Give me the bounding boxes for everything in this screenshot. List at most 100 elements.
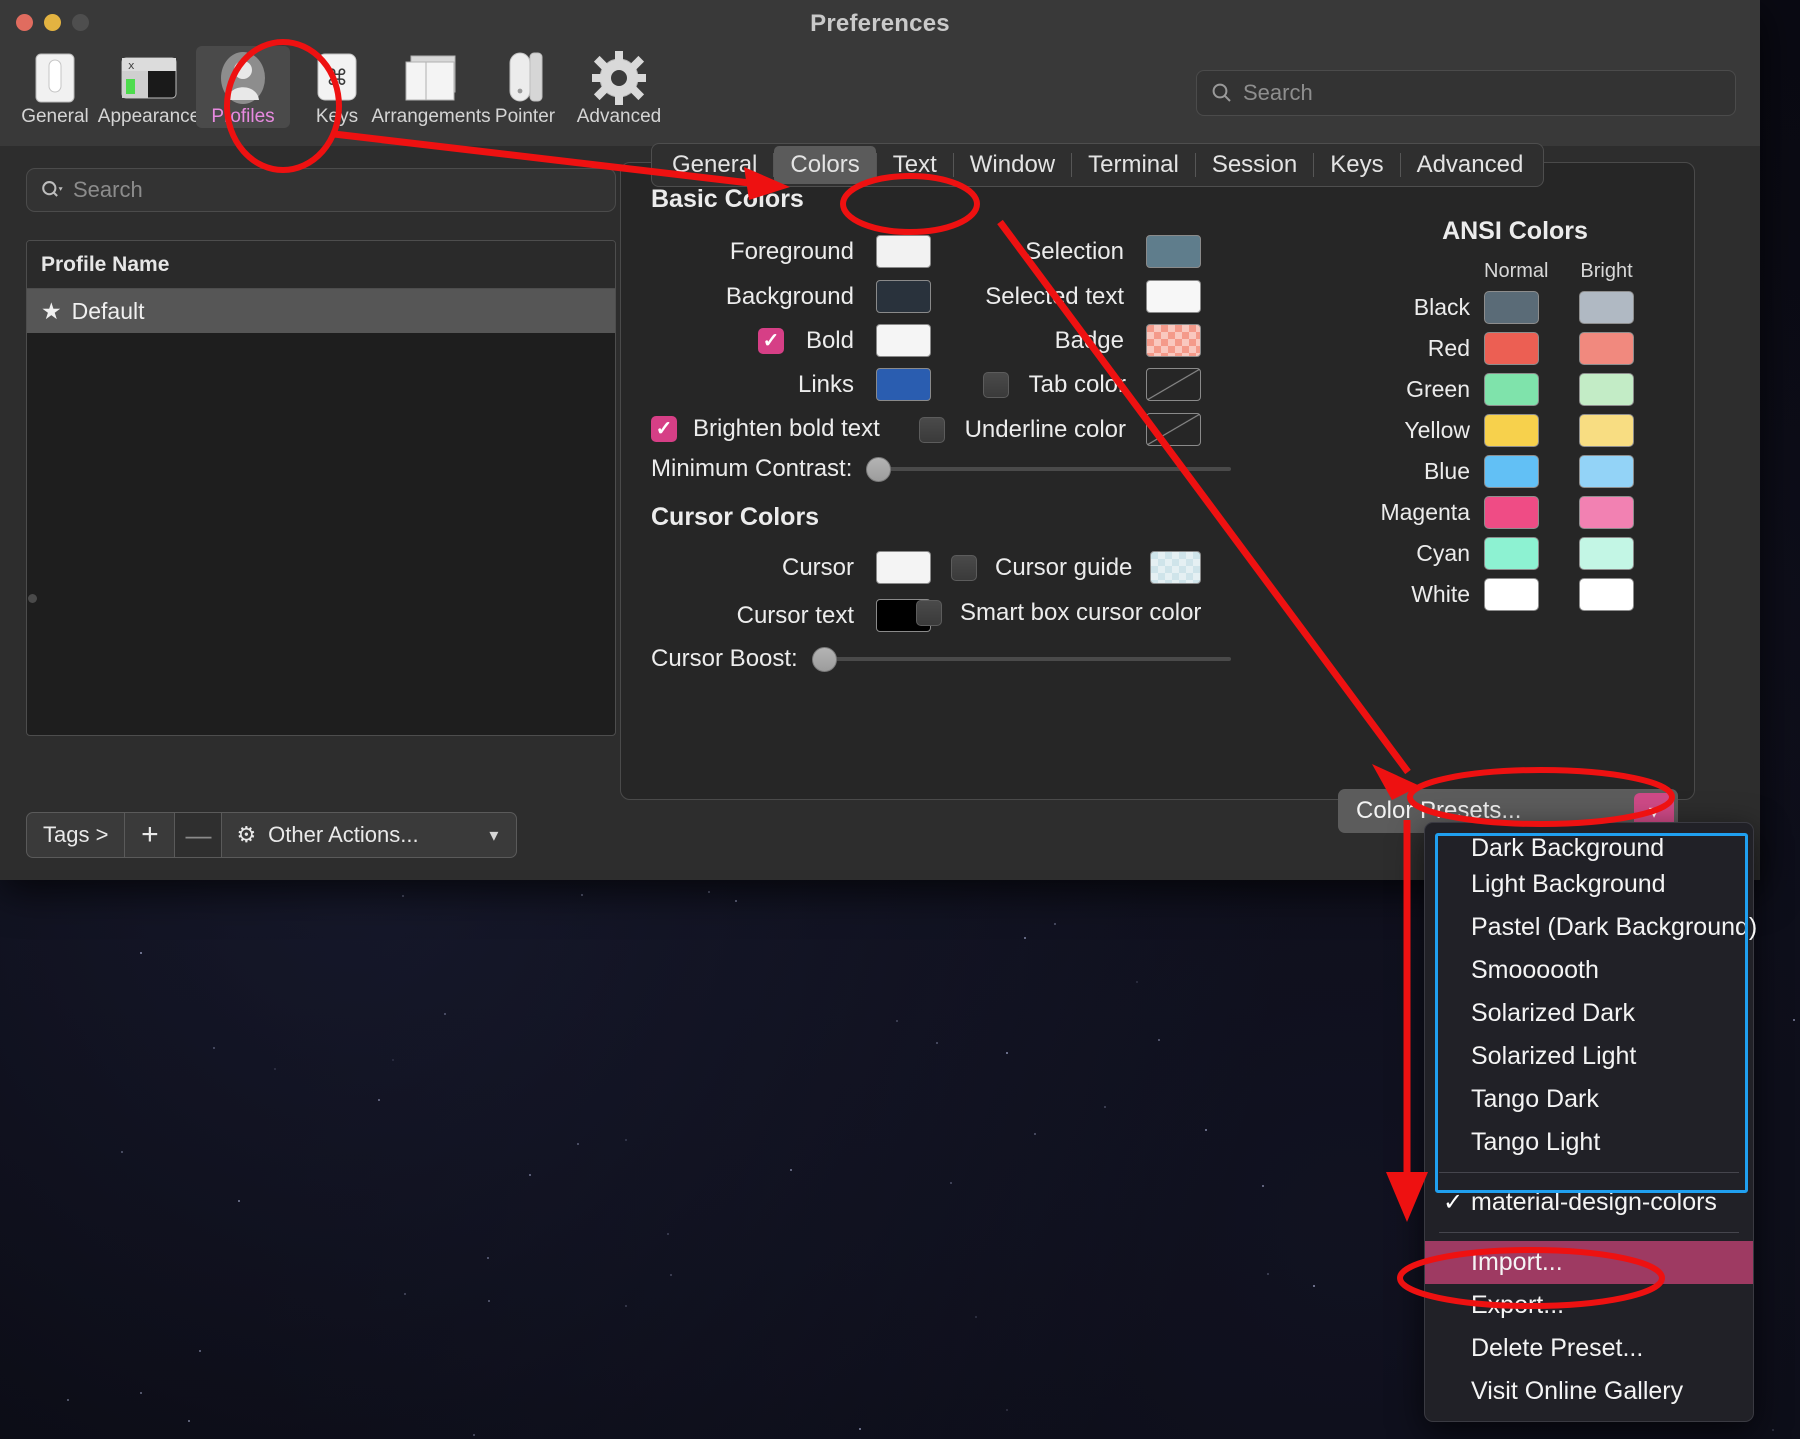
preferences-window: Preferences General x Appearance Profile… [0,0,1760,880]
menu-item-solarized-light[interactable]: Solarized Light [1425,1035,1753,1078]
bold-swatch[interactable] [876,324,931,357]
badge-label: Badge [1055,327,1124,355]
star-icon: ★ [41,298,62,325]
links-swatch[interactable] [876,368,931,401]
ansi-row-red: Red [1350,332,1680,365]
badge-swatch[interactable] [1146,324,1201,357]
ansi-normal-swatch[interactable] [1484,537,1539,570]
minimum-contrast-slider[interactable] [866,458,1231,480]
split-resize-handle[interactable] [28,594,37,603]
color-presets-label: Color Presets... [1356,797,1521,825]
arrangements-panes-icon [401,48,461,108]
toolbar-item-appearance[interactable]: x Appearance [102,46,196,128]
cursor-guide-swatch[interactable] [1150,551,1201,584]
ansi-bright-column-header: Bright [1579,260,1634,283]
ansi-row-cyan: Cyan [1350,537,1680,570]
toolbar-item-keys[interactable]: ⌘ Keys [290,46,384,128]
bold-checkbox[interactable]: ✓ [758,328,784,354]
preferences-content: Search Profile Name ★ Default Tags > + —… [0,146,1760,880]
ansi-bright-swatch[interactable] [1579,332,1634,365]
ansi-bright-swatch[interactable] [1579,578,1634,611]
cursor-boost-label: Cursor Boost: [651,645,798,673]
selected-text-swatch[interactable] [1146,280,1201,313]
other-actions-button[interactable]: ⚙ Other Actions... ▾ [221,812,517,858]
add-profile-button[interactable]: + [125,812,175,858]
menu-item-pastel-dark-background[interactable]: Pastel (Dark Background) [1425,906,1753,949]
underline-color-swatch[interactable] [1146,413,1201,446]
underline-color-label: Underline color [965,416,1126,444]
tab-color-checkbox[interactable] [983,372,1009,398]
selection-swatch[interactable] [1146,235,1201,268]
cursor-swatch[interactable] [876,551,931,584]
menu-item-solarized-dark[interactable]: Solarized Dark [1425,992,1753,1035]
ansi-label: Black [1350,294,1484,321]
ansi-row-black: Black [1350,291,1680,324]
smart-box-cursor-color-checkbox[interactable] [916,600,942,626]
toolbar-item-advanced[interactable]: Advanced [572,46,666,128]
menu-item-material-design-colors[interactable]: material-design-colors [1425,1181,1753,1224]
ansi-normal-swatch[interactable] [1484,455,1539,488]
profile-detail-panel: General Colors Text Window Terminal Sess… [640,146,1760,880]
profile-row-label: Default [72,298,145,325]
ansi-label: Magenta [1350,499,1484,526]
general-toggle-icon [32,48,78,108]
toolbar-item-arrangements[interactable]: Arrangements [384,46,478,128]
gear-icon: ⚙ [236,822,256,848]
toolbar-item-general[interactable]: General [8,46,102,128]
brighten-bold-text-label: Brighten bold text [693,415,880,443]
ansi-bright-swatch[interactable] [1579,455,1634,488]
ansi-normal-swatch[interactable] [1484,578,1539,611]
ansi-normal-swatch[interactable] [1484,291,1539,324]
menu-item-import[interactable]: Import... [1425,1241,1753,1284]
ansi-normal-swatch[interactable] [1484,414,1539,447]
ansi-bright-swatch[interactable] [1579,291,1634,324]
page-title: Preferences [0,10,1760,38]
menu-item-light-background[interactable]: Light Background [1425,863,1753,906]
color-presets-menu: Dark Background Light Background Pastel … [1424,822,1754,1422]
tab-color-swatch[interactable] [1146,368,1201,401]
profiles-bottom-toolbar: Tags > + — ⚙ Other Actions... ▾ [26,812,517,858]
remove-profile-button[interactable]: — [175,812,221,858]
preferences-toolbar: General x Appearance Profiles ⌘ Keys Arr… [0,46,1760,146]
toolbar-item-pointer[interactable]: Pointer [478,46,572,128]
toolbar-item-profiles[interactable]: Profiles [196,46,290,128]
toolbar-item-label: Keys [316,106,358,128]
cursor-boost-slider[interactable] [812,648,1231,670]
brighten-bold-text-checkbox[interactable]: ✓ [651,416,677,442]
ansi-colors-heading: ANSI Colors [1350,217,1680,246]
global-search-field[interactable]: Search [1196,70,1736,116]
ansi-bright-swatch[interactable] [1579,414,1634,447]
tab-color-label: Tab color [1029,371,1126,399]
tags-button[interactable]: Tags > [26,812,125,858]
ansi-label: Blue [1350,458,1484,485]
appearance-window-icon: x [120,48,178,108]
profiles-person-icon [216,48,270,108]
cursor-label: Cursor [782,554,854,582]
menu-item-delete-preset[interactable]: Delete Preset... [1425,1327,1753,1370]
menu-item-visit-online-gallery[interactable]: Visit Online Gallery [1425,1370,1753,1413]
ansi-colors-section: ANSI Colors Normal Bright Black Red Gree… [1350,217,1680,611]
ansi-bright-swatch[interactable] [1579,496,1634,529]
svg-text:x: x [128,59,135,72]
menu-item-smoooooth[interactable]: Smoooooth [1425,949,1753,992]
menu-item-tango-light[interactable]: Tango Light [1425,1121,1753,1164]
cursor-guide-checkbox[interactable] [951,555,977,581]
ansi-normal-swatch[interactable] [1484,373,1539,406]
table-row[interactable]: ★ Default [27,289,615,333]
svg-text:⌘: ⌘ [326,66,348,91]
foreground-swatch[interactable] [876,235,931,268]
menu-item-export[interactable]: Export... [1425,1284,1753,1327]
ansi-row-green: Green [1350,373,1680,406]
ansi-normal-swatch[interactable] [1484,496,1539,529]
toolbar-item-label: Profiles [211,106,274,128]
profile-search-input[interactable]: Search [26,168,616,212]
ansi-normal-swatch[interactable] [1484,332,1539,365]
menu-item-dark-background[interactable]: Dark Background [1425,829,1753,863]
profiles-table: Profile Name ★ Default [26,240,616,736]
underline-color-checkbox[interactable] [919,417,945,443]
ansi-bright-swatch[interactable] [1579,537,1634,570]
background-swatch[interactable] [876,280,931,313]
cursor-guide-label: Cursor guide [995,554,1132,582]
menu-item-tango-dark[interactable]: Tango Dark [1425,1078,1753,1121]
ansi-bright-swatch[interactable] [1579,373,1634,406]
